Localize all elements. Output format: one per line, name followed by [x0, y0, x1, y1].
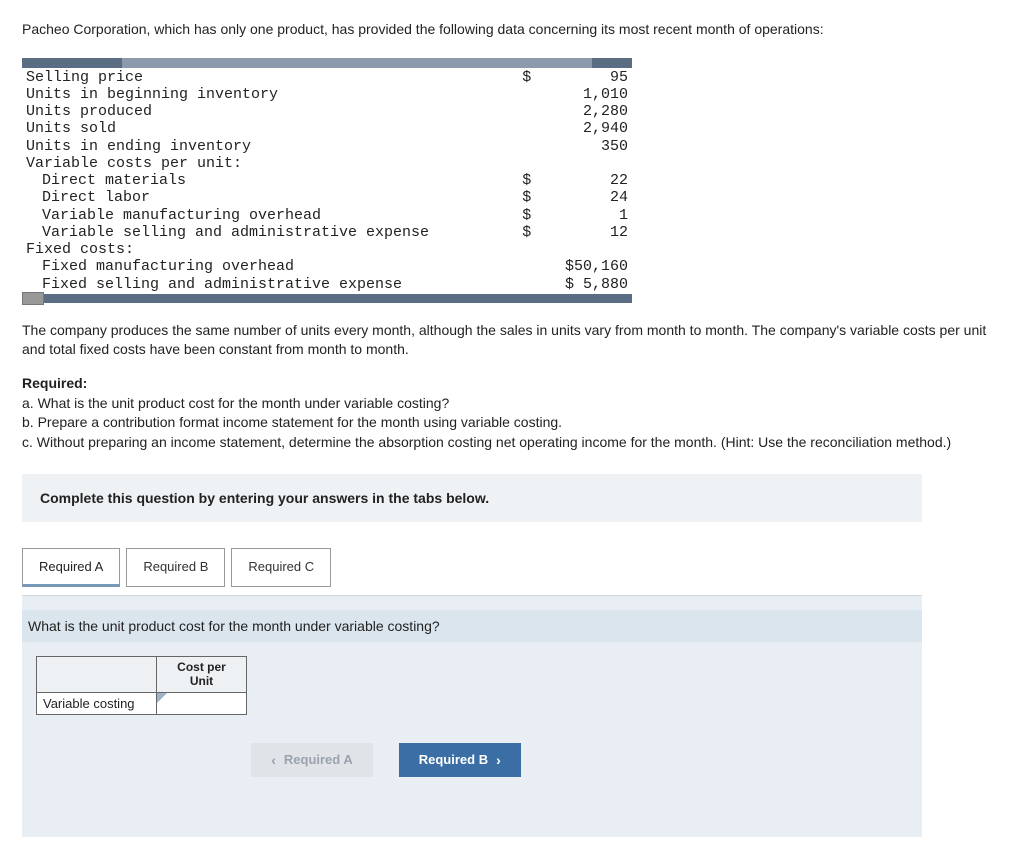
row-currency	[518, 241, 539, 258]
row-currency	[518, 103, 539, 120]
row-currency: $	[518, 172, 539, 189]
row-label: Fixed selling and administrative expense	[22, 276, 518, 293]
row-label: Units produced	[22, 103, 518, 120]
tab-required-b[interactable]: Required B	[126, 548, 225, 587]
row-label: Fixed manufacturing overhead	[22, 258, 518, 275]
table-row: Units in ending inventory 350	[22, 138, 632, 155]
table-row: Direct labor$24	[22, 189, 632, 206]
tab-required-a[interactable]: Required A	[22, 548, 120, 587]
row-currency	[518, 86, 539, 103]
prev-button[interactable]: ‹ Required A	[251, 743, 373, 777]
row-label: Variable manufacturing overhead	[22, 207, 518, 224]
chevron-left-icon: ‹	[271, 752, 276, 768]
instruction-bar: Complete this question by entering your …	[22, 474, 922, 522]
row-currency: $	[518, 189, 539, 206]
table-row: Fixed selling and administrative expense…	[22, 276, 632, 293]
row-value: 2,940	[539, 120, 632, 137]
cost-per-unit-header: Cost perUnit	[157, 657, 247, 692]
blank-header-cell	[37, 657, 157, 692]
row-label: Direct materials	[22, 172, 518, 189]
row-value: 1,010	[539, 86, 632, 103]
table-row: Variable selling and administrative expe…	[22, 224, 632, 241]
required-b: b. Prepare a contribution format income …	[22, 414, 562, 430]
scrollbar-thumb[interactable]	[22, 292, 44, 305]
row-value: $50,160	[539, 258, 632, 275]
next-button[interactable]: Required B ›	[399, 743, 521, 777]
table-row: Fixed costs:	[22, 241, 632, 258]
row-label: Variable costs per unit:	[22, 155, 518, 172]
required-heading: Required:	[22, 375, 87, 391]
row-label: Units in ending inventory	[22, 138, 518, 155]
row-label: Units sold	[22, 120, 518, 137]
table-row: Units sold 2,940	[22, 120, 632, 137]
tab-required-c[interactable]: Required C	[231, 548, 331, 587]
answer-table: Cost perUnit Variable costing	[36, 656, 247, 714]
row-value: $ 5,880	[539, 276, 632, 293]
row-currency	[518, 258, 539, 275]
row-value: 24	[539, 189, 632, 206]
row-value	[539, 241, 632, 258]
scrollbar-bottom[interactable]	[22, 294, 632, 303]
row-currency: $	[518, 69, 539, 86]
required-section: Required: a. What is the unit product co…	[22, 374, 1002, 452]
scrollbar-top[interactable]	[22, 58, 632, 68]
row-label-variable-costing: Variable costing	[37, 692, 157, 714]
required-a: a. What is the unit product cost for the…	[22, 395, 449, 411]
prev-label: Required A	[284, 752, 353, 767]
row-currency	[518, 155, 539, 172]
table-row: Selling price$95	[22, 69, 632, 86]
row-value: 350	[539, 138, 632, 155]
row-value: 95	[539, 69, 632, 86]
tabs-row: Required ARequired BRequired C	[22, 548, 1002, 587]
row-label: Selling price	[22, 69, 518, 86]
data-table-wrapper: Selling price$95Units in beginning inven…	[22, 58, 1002, 303]
chevron-right-icon: ›	[496, 752, 501, 768]
table-row: Fixed manufacturing overhead $50,160	[22, 258, 632, 275]
tab-panel-required-a: What is the unit product cost for the mo…	[22, 595, 922, 836]
tab-a-question: What is the unit product cost for the mo…	[22, 610, 922, 642]
next-label: Required B	[419, 752, 488, 767]
row-currency	[518, 276, 539, 293]
row-value: 2,280	[539, 103, 632, 120]
row-value: 12	[539, 224, 632, 241]
table-row: Variable costs per unit:	[22, 155, 632, 172]
nav-buttons: ‹ Required A Required B ›	[36, 743, 736, 777]
table-row: Units produced 2,280	[22, 103, 632, 120]
row-currency	[518, 138, 539, 155]
row-value: 1	[539, 207, 632, 224]
table-row: Variable costing	[37, 692, 247, 714]
row-label: Units in beginning inventory	[22, 86, 518, 103]
required-c: c. Without preparing an income statement…	[22, 434, 951, 450]
row-value: 22	[539, 172, 632, 189]
cost-per-unit-input[interactable]	[157, 692, 247, 714]
row-currency: $	[518, 207, 539, 224]
intro-text: Pacheo Corporation, which has only one p…	[22, 20, 1002, 40]
row-label: Direct labor	[22, 189, 518, 206]
data-table: Selling price$95Units in beginning inven…	[22, 69, 632, 293]
row-label: Fixed costs:	[22, 241, 518, 258]
row-label: Variable selling and administrative expe…	[22, 224, 518, 241]
table-row: Variable manufacturing overhead$1	[22, 207, 632, 224]
table-row: Units in beginning inventory 1,010	[22, 86, 632, 103]
paragraph-2: The company produces the same number of …	[22, 321, 1002, 360]
row-value	[539, 155, 632, 172]
row-currency	[518, 120, 539, 137]
table-row: Direct materials$22	[22, 172, 632, 189]
row-currency: $	[518, 224, 539, 241]
